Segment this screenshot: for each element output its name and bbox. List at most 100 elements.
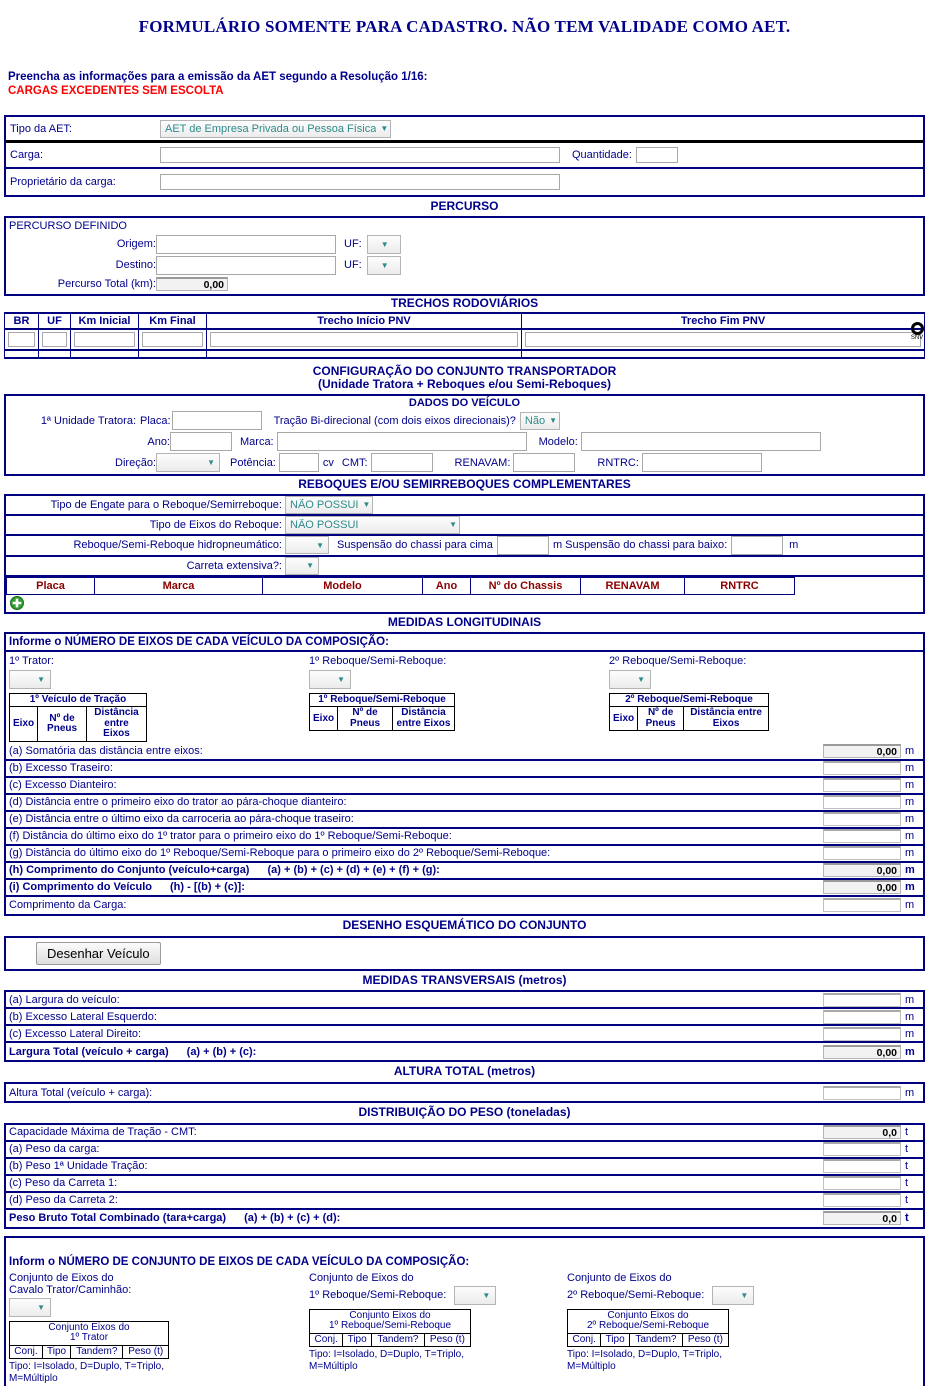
trecho-inicio-input[interactable] (210, 331, 518, 347)
km-final-input[interactable] (142, 331, 203, 347)
percurso-section-title: PERCURSO (430, 199, 499, 213)
measure-value-input[interactable] (823, 1026, 901, 1041)
renavam-input[interactable] (513, 453, 576, 473)
aet-panel: Tipo da AET: AET de Empresa Privada ou P… (4, 115, 925, 197)
aet-type-select[interactable]: AET de Empresa Privada ou Pessoa Física … (160, 119, 392, 138)
measure-label: Altura Total (veículo + carga): (9, 1086, 153, 1099)
measure-value-input[interactable] (823, 846, 901, 861)
measure-value-input[interactable] (823, 1176, 901, 1191)
peso-panel: Capacidade Máxima de Tração - CMT: 0,0 t (a… (4, 1122, 925, 1229)
chevron-down-icon: ▼ (207, 458, 215, 468)
carreta-extensiva-select[interactable]: ▼ (285, 556, 319, 575)
conjunto-count-select[interactable]: ▼ (454, 1285, 497, 1305)
potencia-input[interactable] (278, 453, 319, 473)
chevron-down-icon: ▼ (380, 124, 389, 133)
axle-count-select-trator[interactable]: ▼ (9, 669, 51, 689)
hidropneumatico-label: Reboque/Semi-Reboque hidropneumático: (73, 539, 282, 552)
table-footer-row (4, 349, 925, 359)
tracao-select[interactable]: Não ▼ (519, 411, 560, 430)
tracao-value: Não (524, 414, 546, 427)
direcao-select[interactable]: ▼ (156, 453, 220, 473)
conjunto-count-select[interactable]: ▼ (9, 1297, 51, 1317)
rntrc-input[interactable] (641, 453, 762, 473)
origem-input[interactable] (156, 234, 336, 254)
measure-label: (c) Excesso Dianteiro: (9, 779, 117, 792)
footer-cell-1 (4, 349, 39, 359)
hidropneumatico-select[interactable]: ▼ (285, 536, 329, 555)
measure-value-input[interactable] (823, 1085, 901, 1100)
th-tipo: Tipo (600, 1332, 630, 1348)
measure-label: (d) Peso da Carreta 2: (9, 1194, 118, 1207)
conjuntos-prompt: Inform o NÚMERO DE CONJUNTO DE EIXOS DE … (9, 1255, 470, 1268)
ano-marca-modelo-row: Ano: Marca: Modelo: (6, 431, 923, 452)
hidropneumatico-row: Reboque/Semi-Reboque hidropneumático: ▼ … (6, 535, 923, 557)
axle-label-trator: 1º Trator: (9, 654, 54, 667)
origem-uf-select[interactable]: ▼ (366, 234, 401, 254)
ano-input[interactable] (170, 432, 232, 452)
table-header-row: Eixo Nº de Pneus Distância entre Eixos (8, 706, 147, 742)
carga-input[interactable] (160, 147, 560, 163)
proprietario-input[interactable] (160, 174, 560, 190)
measure-value-input[interactable] (823, 1009, 901, 1024)
measure-value-input[interactable] (823, 898, 901, 913)
th-distancia: Distância entre Eixos (86, 706, 147, 742)
unidade-tratora-label: 1ª Unidade Tratora: (40, 414, 136, 427)
conjunto-note-line2: M=Múltiplo (309, 1360, 358, 1372)
quantidade-input[interactable] (635, 147, 678, 163)
measure-value-input[interactable] (823, 778, 901, 793)
measure-formula: (h) - [(b) + (c)]: (170, 881, 245, 894)
measure-label: (b) Excesso Lateral Esquerdo: (9, 1010, 157, 1023)
eixos-prompt: Informe o NÚMERO DE EIXOS DE CADA VEÍCUL… (6, 634, 923, 652)
measure-value-input[interactable] (823, 1193, 901, 1208)
suspensao-cima-input[interactable] (496, 535, 549, 555)
config-title: CONFIGURAÇÃO DO CONJUNTO TRANSPORTADOR (… (0, 359, 929, 395)
measure-value-input[interactable] (823, 1159, 901, 1174)
measure-value-input[interactable] (823, 992, 901, 1007)
trecho-fim-input[interactable] (525, 331, 921, 347)
conjunto-label-line1: Conjunto de Eixos do (567, 1271, 672, 1284)
desenhar-veiculo-button[interactable]: Desenhar Veículo (36, 941, 161, 965)
conjunto-table: Conjunto Eixos do 2º Reboque/Semi-Reboque… (566, 1308, 730, 1348)
km-inicial-input[interactable] (74, 331, 135, 347)
modelo-input[interactable] (580, 432, 821, 452)
tipo-eixos-select[interactable]: NÃO POSSUI ▼ (285, 515, 460, 534)
plus-circle-icon[interactable] (10, 595, 24, 610)
conjunto-group: Conjunto de Eixos do 1º Reboque/Semi-Rebo… (308, 1272, 567, 1385)
br-input[interactable] (8, 331, 35, 347)
chevron-down-icon: ▼ (37, 1302, 45, 1312)
uf-input[interactable] (42, 331, 67, 347)
measure-label: (g) Distância do último eixo do 1º Reboq… (9, 847, 551, 860)
conjunto-label-line2: 1º Reboque/Semi-Reboque: (309, 1289, 447, 1302)
cmt-label: CMT: (341, 456, 368, 469)
aet-type-label: Tipo da AET: (10, 122, 72, 135)
measure-value-input[interactable] (823, 761, 901, 776)
engate-select[interactable]: NÃO POSSUI ▼ (285, 495, 374, 514)
th-placa: Placa (6, 576, 95, 595)
placa-input[interactable] (171, 411, 262, 431)
reboques-panel: Tipo de Engate para o Reboque/Semirreboq… (4, 493, 925, 614)
axle-count-select-reboque2[interactable]: ▼ (609, 669, 651, 689)
conjunto-count-select[interactable]: ▼ (712, 1285, 755, 1305)
measure-value-input[interactable] (823, 1142, 901, 1157)
destino-input[interactable] (156, 255, 336, 275)
cmt-input[interactable] (370, 453, 433, 473)
destino-uf-label: UF: (344, 259, 362, 272)
marca-input[interactable] (276, 432, 527, 452)
measure-unit: m (905, 847, 915, 860)
table-header-row: Eixo Nº de Pneus Distância entre Eixos (608, 706, 769, 732)
measure-value-input[interactable] (823, 795, 901, 810)
suspensao-baixo-input[interactable] (731, 535, 784, 555)
th-renavam: RENAVAM (580, 576, 685, 595)
page-title: FORMULÁRIO SOMENTE PARA CADASTRO. NÃO TE… (138, 17, 791, 36)
destino-uf-select[interactable]: ▼ (366, 255, 401, 275)
th-eixo: Eixo (8, 706, 39, 742)
th-modelo: Modelo (262, 576, 423, 595)
measure-unit: m (905, 1027, 915, 1040)
snv-icon[interactable]: SNV (905, 322, 929, 341)
measure-unit: m (905, 1045, 915, 1058)
measure-value-input[interactable] (823, 812, 901, 827)
measure-label: Peso Bruto Total Combinado (tara+carga) (9, 1212, 227, 1225)
axle-count-select-reboque1[interactable]: ▼ (309, 669, 351, 689)
measure-unit: m (905, 779, 915, 792)
measure-value-input[interactable] (823, 829, 901, 844)
